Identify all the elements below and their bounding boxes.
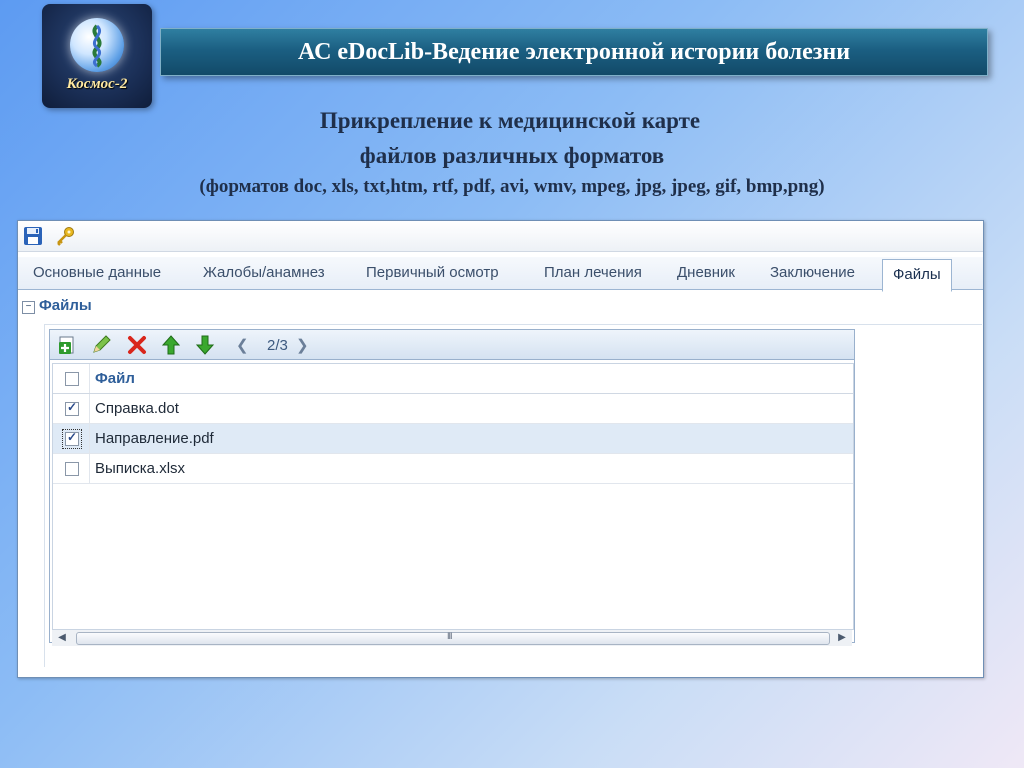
row-checkbox-cell (53, 394, 90, 423)
row-checkbox[interactable] (62, 429, 82, 449)
table-row[interactable]: Направление.pdf (53, 424, 853, 454)
tab-bar: Основные данные Жалобы/анамнез Первичный… (18, 257, 983, 292)
column-header-file[interactable]: Файл (95, 364, 135, 393)
tab-files[interactable]: Файлы (882, 259, 952, 292)
edit-pencil-icon[interactable] (90, 334, 112, 356)
heading-line2: файлов различных форматов (359, 143, 665, 168)
table-row[interactable]: Справка.dot (53, 394, 853, 424)
save-icon[interactable] (22, 225, 44, 247)
row-checkbox[interactable] (65, 462, 79, 476)
tab-main-data[interactable]: Основные данные (33, 257, 161, 289)
tab-diary[interactable]: Дневник (677, 257, 735, 289)
pager-indicator: 2/3 (267, 337, 288, 354)
row-checkbox-cell (53, 424, 90, 453)
logo: Космос-2 (42, 4, 152, 108)
file-name: Направление.pdf (95, 430, 214, 447)
horizontal-scrollbar[interactable]: ◀ III ▶ (52, 629, 852, 646)
table-row[interactable]: Выписка.xlsx (53, 454, 853, 484)
delete-icon[interactable] (126, 334, 148, 356)
heading-formats: (форматов doc, xls, txt,htm, rtf, pdf, a… (199, 176, 825, 197)
tab-initial-exam[interactable]: Первичный осмотр (366, 257, 499, 289)
banner-title: АС eDocLib-Ведение электронной истории б… (297, 39, 851, 65)
top-toolbar (18, 221, 983, 252)
title-banner: АС eDocLib-Ведение электронной истории б… (160, 28, 988, 76)
move-up-icon[interactable] (160, 334, 182, 356)
files-table: Файл Справка.dot Направление.pdf (52, 363, 854, 630)
collapse-icon[interactable]: − (22, 301, 35, 314)
select-all-checkbox[interactable] (65, 372, 79, 386)
tab-complaints[interactable]: Жалобы/анамнез (203, 257, 325, 289)
file-name: Выписка.xlsx (95, 460, 186, 477)
tab-treatment-plan[interactable]: План лечения (544, 257, 642, 289)
next-page-icon[interactable]: ❯ (296, 336, 309, 354)
scroll-thumb[interactable]: III (76, 631, 830, 645)
key-icon[interactable] (54, 225, 76, 247)
row-checkbox[interactable] (65, 400, 79, 416)
scroll-grip: III (447, 631, 452, 641)
logo-text: Космос-2 (66, 76, 128, 92)
row-checkbox-cell (53, 454, 90, 483)
scroll-right-icon[interactable]: ▶ (834, 630, 850, 646)
app-window: Основные данные Жалобы/анамнез Первичный… (17, 220, 984, 678)
table-header-row: Файл (53, 364, 853, 394)
globe-icon (70, 18, 124, 72)
files-grid-panel: ❮ 2/3 ❯ Файл Справка.dot (49, 329, 855, 646)
scroll-left-icon[interactable]: ◀ (54, 630, 70, 646)
move-down-icon[interactable] (194, 334, 216, 356)
grid-toolbar: ❮ 2/3 ❯ (50, 330, 854, 360)
add-file-icon[interactable] (56, 334, 78, 356)
file-name: Справка.dot (95, 400, 179, 417)
tab-conclusion[interactable]: Заключение (770, 257, 855, 289)
heading-line1: Прикрепление к медицинской карте (319, 108, 701, 133)
files-section-body: ❮ 2/3 ❯ Файл Справка.dot (44, 325, 983, 667)
section-title: Файлы (39, 297, 92, 314)
files-section-header[interactable]: − Файлы (22, 297, 92, 317)
header-checkbox-cell (53, 364, 90, 393)
prev-page-icon[interactable]: ❮ (236, 336, 249, 354)
